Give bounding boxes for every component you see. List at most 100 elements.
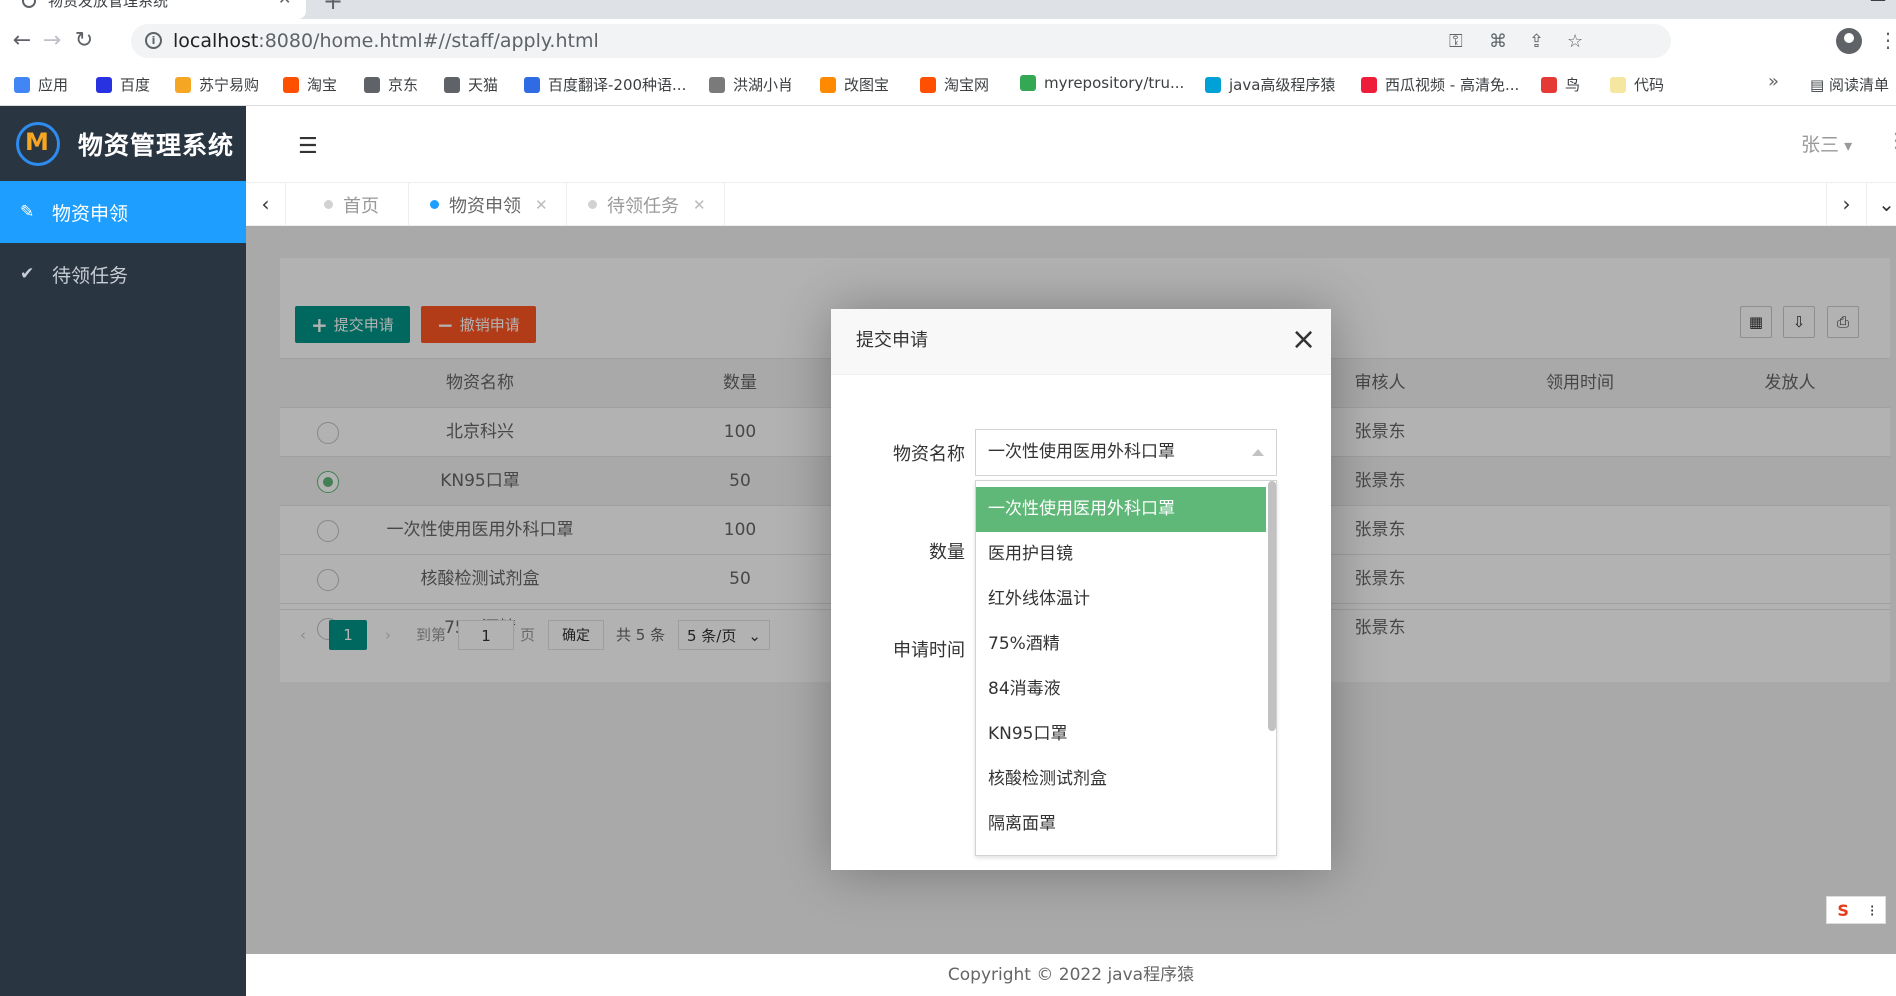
bookmark-item[interactable]: 代码 [1610,74,1664,95]
ime-toolbar[interactable]: S ⁝ [1826,896,1886,924]
bookmark-favicon-icon [1020,75,1036,91]
tabs-next-icon[interactable]: › [1826,183,1866,226]
bookmark-label: 鸟 [1565,76,1581,94]
bookmark-label: 应用 [38,76,69,94]
browser-toolbar: ← → ↻ i localhost:8080/home.html#//staff… [0,19,1896,63]
tab-pending[interactable]: 待领任务 ✕ [588,183,706,226]
bookmarks-overflow-icon[interactable]: » [1768,71,1779,92]
dropdown-option[interactable]: 隔离面罩 [976,802,1266,847]
sidebar-item-apply[interactable]: ✎ 物资申领 [0,181,246,243]
reading-list[interactable]: ▤ 阅读清单 [1810,74,1889,95]
dropdown-option[interactable]: 医用护目镜 [976,532,1266,577]
sidebar-item-pending[interactable]: ✔ 待领任务 [0,243,246,305]
translate-icon[interactable]: ⌘ [1489,31,1507,52]
bookmark-item[interactable]: 应用 [14,74,68,95]
dropdown-option[interactable]: 红外线体温计 [976,577,1266,622]
close-tab-icon[interactable]: ✕ [278,0,291,8]
window-minimize-icon[interactable]: — [1870,0,1886,9]
bookmark-item[interactable]: 天猫 [444,74,498,95]
bookmark-item[interactable]: 西瓜视频 - 高清免... [1361,74,1519,95]
tabs-menu-icon[interactable]: ⌄ [1866,183,1896,226]
app-title: 物资管理系统 [78,130,235,160]
material-select[interactable]: 一次性使用医用外科口罩 [975,429,1277,476]
more-icon[interactable]: ⋮ [1886,128,1896,152]
label-name: 物资名称 [893,444,965,465]
bookmark-item[interactable]: 淘宝 [283,74,337,95]
forward-icon[interactable]: → [38,27,66,55]
url-text[interactable]: localhost:8080/home.html#//staff/apply.h… [173,30,599,52]
bookmark-label: 京东 [388,76,419,94]
bookmark-item[interactable]: java高级程序猿 [1205,74,1335,95]
bookmark-item[interactable]: 洪湖小肖 [709,74,793,95]
bookmark-favicon-icon [820,76,836,93]
logo-mark-icon [16,121,60,166]
bookmark-item[interactable]: 苏宁易购 [175,74,259,95]
close-icon[interactable]: × [1291,325,1316,355]
key-icon[interactable]: ⚿ [1449,31,1463,52]
close-tab-icon[interactable]: ✕ [693,196,706,214]
dropdown-option[interactable]: 一次性使用医用外科口罩 [976,487,1266,532]
user-menu[interactable]: 张三 [1801,130,1852,157]
bookmark-label: 百度翻译-200种语... [548,76,687,94]
bookmark-item[interactable]: 百度 [96,74,150,95]
bookmark-label: myrepository/tru... [1044,74,1185,92]
material-dropdown: 一次性使用医用外科口罩 医用护目镜 红外线体温计 75%酒精 84消毒液 KN95口罩 核酸… [975,480,1277,856]
browser-menu-icon[interactable]: ⋮ [1878,28,1896,52]
close-tab-icon[interactable]: ✕ [535,196,548,214]
profile-avatar[interactable] [1836,28,1862,54]
browser-tabstrip: 物资发放管理系统 ✕ + — [0,0,1896,19]
bookmark-favicon-icon [283,76,299,93]
browser-tab-title: 物资发放管理系统 [48,0,169,10]
bookmark-favicon-icon [524,76,540,93]
bookmark-label: 洪湖小肖 [733,76,794,94]
bookmark-favicon-icon [14,76,30,93]
bookmark-item[interactable]: 鸟 [1541,74,1580,95]
dropdown-option[interactable]: 核酸检测试剂盒 [976,757,1266,802]
sidebar-item-label: 物资申领 [52,202,129,225]
app-header: ☰ 张三 ⋮ [246,106,1896,182]
back-icon[interactable]: ← [8,27,36,55]
address-bar[interactable]: i localhost:8080/home.html#//staff/apply… [131,24,1671,58]
bookmark-favicon-icon [1541,76,1557,93]
tab-dot [588,200,597,209]
share-icon[interactable]: ⇪ [1529,31,1544,52]
menu-toggle-icon[interactable]: ☰ [298,134,318,159]
tab-apply[interactable]: 物资申领 ✕ [430,183,548,226]
tab-home[interactable]: 首页 [324,183,379,226]
bookmark-item[interactable]: 百度翻译-200种语... [524,74,686,95]
dialog-title: 提交申请 [831,309,1331,375]
bookmark-item[interactable]: myrepository/tru... [1020,74,1184,92]
dropdown-scrollbar[interactable] [1268,481,1276,731]
pencil-icon: ✎ [20,202,35,222]
reload-icon[interactable]: ↻ [70,27,98,55]
star-icon[interactable]: ☆ [1567,31,1583,52]
footer: Copyright © 2022 java程序猿 [246,954,1896,996]
dropdown-option[interactable]: 75%酒精 [976,622,1266,667]
tabs-prev-icon[interactable]: ‹ [246,183,286,226]
new-tab-icon[interactable]: + [323,0,343,15]
bookmarks-bar: 应用 百度 苏宁易购 淘宝 京东 天猫 百度翻译-200种语... 洪湖小肖 改图宝 淘宝网 myr… [0,63,1896,106]
bookmark-favicon-icon [444,76,460,93]
bookmark-item[interactable]: 京东 [364,74,418,95]
bookmark-label: 苏宁易购 [199,76,260,94]
check-icon: ✔ [20,264,35,284]
chevron-up-icon [1252,449,1264,456]
dropdown-option[interactable]: KN95口罩 [976,712,1266,757]
bookmark-item[interactable]: 淘宝网 [920,74,989,95]
bookmark-favicon-icon [1610,76,1626,93]
bookmark-item[interactable]: 改图宝 [820,74,889,95]
sidebar: 物资管理系统 ✎ 物资申领 ✔ 待领任务 [0,106,246,996]
bookmark-label: 淘宝网 [944,76,990,94]
dropdown-option[interactable]: 84消毒液 [976,667,1266,712]
tab-label: 物资申领 [449,195,521,217]
site-info-icon[interactable]: i [145,32,162,49]
ime-options-icon[interactable]: ⁝ [1870,901,1875,920]
browser-tab[interactable]: 物资发放管理系统 ✕ [0,0,306,19]
sidebar-item-label: 待领任务 [52,264,129,287]
tab-dot [324,200,333,209]
bookmark-favicon-icon [96,76,112,93]
bookmark-label: java高级程序猿 [1229,76,1336,94]
tab-dot [430,200,439,209]
bookmark-label: 改图宝 [844,76,890,94]
bookmark-favicon-icon [709,76,725,93]
